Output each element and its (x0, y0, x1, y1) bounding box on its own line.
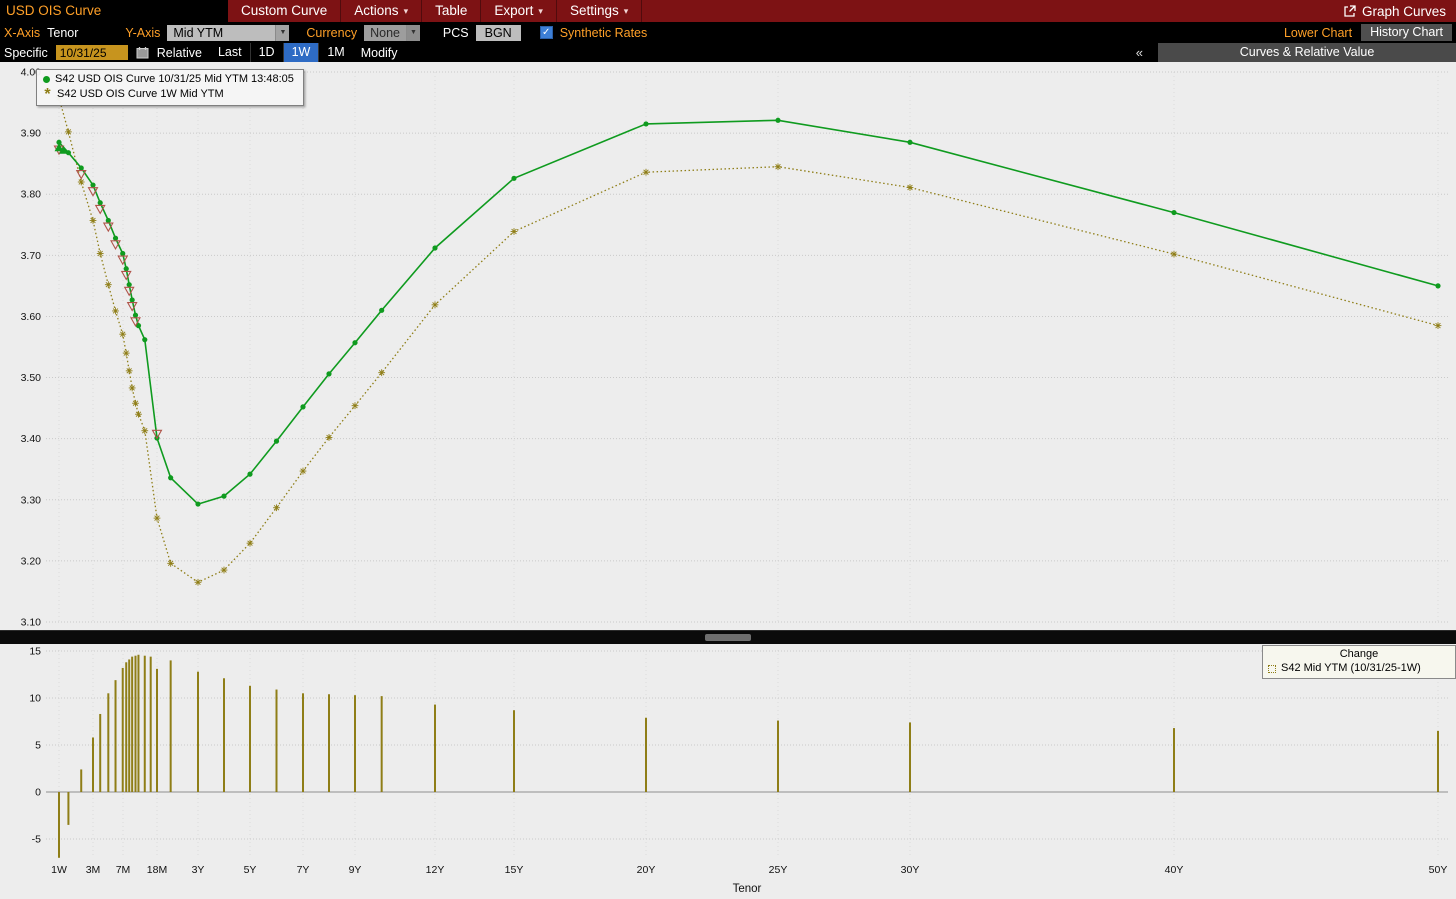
svg-text:15Y: 15Y (505, 864, 524, 876)
chart-splitter[interactable] (0, 630, 1456, 644)
svg-text:1W: 1W (51, 864, 67, 876)
svg-text:Tenor: Tenor (733, 883, 762, 895)
svg-text:50Y: 50Y (1429, 864, 1448, 876)
curves-relative-value-panel-header[interactable]: Curves & Relative Value (1158, 43, 1456, 62)
svg-text:25Y: 25Y (769, 864, 788, 876)
graph-curves-button[interactable]: Graph Curves (1333, 0, 1456, 22)
y-axis-label: Y-Axis (125, 25, 161, 40)
range-button-last[interactable]: Last (210, 43, 250, 62)
change-legend-entry: S42 Mid YTM (10/31/25-1W) (1268, 661, 1450, 676)
chart-legend: S42 USD OIS Curve 10/31/25 Mid YTM 13:48… (36, 69, 304, 106)
lower-chart-label: Lower Chart (1283, 25, 1353, 40)
lower-chart-area[interactable]: 15 10 5 0 -5 1W 3M 7M 18M 3Y 5Y 7Y 9Y 12Y 15Y 20Y 25Y 30Y… (0, 644, 1456, 899)
menu-table-label: Table (435, 3, 468, 18)
specific-date-input[interactable] (55, 45, 128, 60)
menu-table[interactable]: Table (422, 0, 482, 22)
svg-text:3.50: 3.50 (21, 372, 42, 384)
svg-text:3Y: 3Y (192, 864, 205, 876)
svg-text:-5: -5 (32, 834, 41, 846)
history-chart-button[interactable]: History Chart (1361, 24, 1452, 41)
calendar-icon[interactable] (136, 46, 149, 59)
range-button-group: Last 1D 1W 1M (210, 43, 353, 62)
svg-text:3.20: 3.20 (21, 555, 42, 567)
svg-text:30Y: 30Y (901, 864, 920, 876)
olive-asterisk-marker-icon: * (44, 86, 51, 103)
svg-text:0: 0 (35, 787, 41, 799)
range-button-1m[interactable]: 1M (318, 43, 352, 62)
svg-text:9Y: 9Y (349, 864, 362, 876)
svg-text:3M: 3M (86, 864, 101, 876)
svg-text:3.60: 3.60 (21, 311, 42, 323)
menu-custom-curve[interactable]: Custom Curve (228, 0, 342, 22)
svg-text:12Y: 12Y (426, 864, 445, 876)
currency-selected-value: None (370, 25, 400, 40)
title-bar: USD OIS Curve Custom Curve Actions ▾ Tabl… (0, 0, 1456, 22)
green-dot-marker-icon (43, 76, 50, 83)
svg-text:20Y: 20Y (637, 864, 656, 876)
modify-button[interactable]: Modify (361, 46, 398, 60)
external-link-icon (1344, 4, 1356, 17)
change-legend-title: Change (1339, 648, 1379, 660)
legend-entry-current-label: S42 USD OIS Curve 10/31/25 Mid YTM 13:48… (55, 73, 294, 85)
y-axis-select[interactable]: Mid YTM ▼ (167, 24, 290, 41)
usd-ois-curve-window: USD OIS Curve Custom Curve Actions ▾ Tabl… (0, 0, 1456, 899)
graph-curves-label: Graph Curves (1361, 3, 1446, 19)
pcs-label: PCS (442, 25, 469, 40)
menu-settings-label: Settings (569, 3, 619, 18)
x-axis-label: X-Axis (4, 25, 41, 40)
menu-settings[interactable]: Settings ▾ (557, 0, 643, 22)
svg-text:3.70: 3.70 (21, 250, 42, 262)
pcs-value[interactable]: BGN (475, 24, 521, 41)
range-button-1d[interactable]: 1D (249, 43, 283, 62)
y-axis-selected-value: Mid YTM (173, 25, 224, 40)
x-axis-value[interactable]: Tenor (47, 26, 78, 40)
ois-curve-chart[interactable]: 4.003.903.803.703.603.503.403.303.203.10 (0, 62, 1456, 630)
chevron-down-icon: ▾ (403, 6, 409, 16)
legend-entry-1w: * S42 USD OIS Curve 1W Mid YTM (43, 86, 294, 103)
olive-dotted-box-marker-icon (1268, 664, 1276, 673)
svg-text:3.30: 3.30 (21, 494, 42, 506)
range-button-1w[interactable]: 1W (282, 43, 319, 62)
change-bar-chart[interactable]: 15 10 5 0 -5 1W 3M 7M 18M 3Y 5Y 7Y 9Y 12Y 15Y 20Y 25Y 30Y… (0, 644, 1456, 899)
menu-export-label: Export (494, 3, 534, 18)
currency-select[interactable]: None ▼ (364, 24, 420, 41)
currency-label: Currency (306, 25, 358, 40)
menu-export[interactable]: Export ▾ (481, 0, 557, 22)
main-chart-area[interactable]: 4.00 3.90 3.80 3.70 3.60 3.50 3.40 3.30 3.20 3.10… (0, 62, 1456, 630)
collapse-panel-chevron[interactable]: « (1129, 45, 1150, 60)
relative-mode-label[interactable]: Relative (157, 46, 202, 60)
svg-text:40Y: 40Y (1165, 864, 1184, 876)
chevron-down-icon: ▼ (405, 24, 420, 41)
svg-text:18M: 18M (147, 864, 167, 876)
svg-text:15: 15 (29, 646, 41, 658)
synthetic-rates-label: Synthetic Rates (559, 25, 648, 40)
menu-actions-label: Actions (354, 3, 399, 18)
chevron-down-icon: ▾ (538, 6, 543, 16)
page-title: USD OIS Curve (0, 0, 228, 22)
svg-text:7Y: 7Y (297, 864, 310, 876)
svg-text:10: 10 (29, 693, 41, 705)
svg-text:7M: 7M (116, 864, 131, 876)
legend-entry-1w-label: S42 USD OIS Curve 1W Mid YTM (57, 88, 224, 100)
titlebar-spacer (642, 0, 1333, 22)
menu-custom-curve-label: Custom Curve (241, 3, 328, 18)
svg-text:5Y: 5Y (244, 864, 257, 876)
chevron-down-icon: ▼ (275, 24, 290, 41)
svg-text:3.40: 3.40 (21, 433, 42, 445)
svg-text:3.80: 3.80 (21, 189, 42, 201)
chevron-down-icon: ▾ (623, 6, 629, 16)
synthetic-rates-checkbox[interactable]: ✓ (539, 26, 553, 39)
date-toolbar: Specific Relative Last 1D 1W 1M Modify «… (0, 43, 1456, 62)
svg-text:3.90: 3.90 (21, 128, 42, 140)
svg-text:3.10: 3.10 (21, 617, 42, 629)
change-legend-entry-label: S42 Mid YTM (10/31/25-1W) (1281, 662, 1421, 674)
svg-text:5: 5 (35, 740, 41, 752)
splitter-handle[interactable] (705, 634, 751, 641)
legend-entry-current: S42 USD OIS Curve 10/31/25 Mid YTM 13:48… (43, 72, 294, 87)
change-legend: Change S42 Mid YTM (10/31/25-1W) (1262, 645, 1456, 679)
specific-mode-label[interactable]: Specific (4, 46, 48, 60)
axis-toolbar: X-Axis Tenor Y-Axis Mid YTM ▼ Currency No… (0, 22, 1456, 43)
menu-actions[interactable]: Actions ▾ (341, 0, 423, 22)
